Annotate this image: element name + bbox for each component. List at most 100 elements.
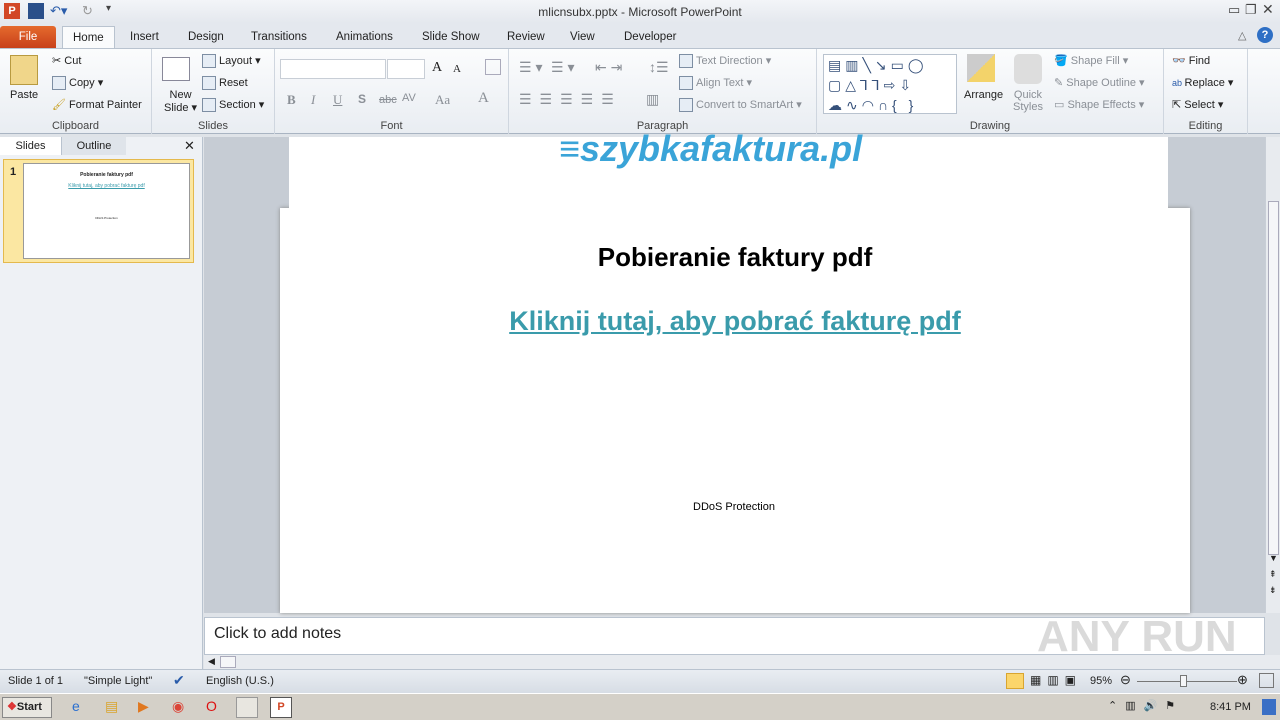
tab-developer[interactable]: Developer — [614, 26, 686, 48]
character-spacing-button[interactable]: AV — [402, 92, 416, 104]
format-painter-button[interactable]: 🖌 Format Painter — [52, 98, 142, 111]
select-button[interactable]: ⇱ Select ▾ — [1172, 98, 1223, 111]
opera-icon[interactable]: O — [206, 698, 217, 714]
underline-button[interactable]: U — [333, 92, 342, 108]
tab-slides[interactable]: Slides — [0, 137, 62, 155]
font-size-select[interactable] — [387, 59, 425, 79]
zoom-slider-thumb[interactable] — [1180, 675, 1188, 687]
vertical-scrollbar[interactable]: ▼ ⇞ ⇟ — [1265, 137, 1280, 613]
minimize-ribbon-icon[interactable]: △ — [1238, 29, 1246, 42]
layout-button[interactable]: Layout ▾ — [202, 54, 261, 69]
tab-review[interactable]: Review — [497, 26, 555, 48]
numbering-icon[interactable]: ☰ ▾ — [551, 59, 574, 76]
quick-styles-icon[interactable] — [1014, 54, 1042, 84]
indent-icons[interactable]: ⇤ ⇥ — [595, 59, 622, 76]
quick-styles-button[interactable]: Quick Styles — [1013, 89, 1043, 113]
tab-home[interactable]: Home — [62, 26, 115, 48]
chrome-icon[interactable]: ◉ — [172, 698, 184, 715]
tab-outline[interactable]: Outline — [62, 137, 126, 155]
explorer-icon[interactable]: ▤ — [105, 698, 118, 715]
notes-pane[interactable]: Click to add notes ANY RUN — [204, 612, 1265, 661]
normal-view-icon[interactable] — [1006, 673, 1024, 689]
shape-effects-button[interactable]: ▭ Shape Effects ▾ — [1054, 98, 1144, 111]
paste-icon[interactable] — [10, 55, 38, 85]
new-slide-button[interactable]: New Slide ▾ — [164, 89, 197, 114]
text-direction-button[interactable]: Text Direction ▾ — [679, 54, 771, 69]
view-icons[interactable]: ▦▥▣ — [1030, 673, 1082, 687]
arrange-icon[interactable] — [967, 54, 995, 82]
language[interactable]: English (U.S.) — [206, 675, 274, 687]
zoom-level[interactable]: 95% — [1090, 675, 1112, 687]
show-desktop-icon[interactable] — [1262, 699, 1276, 715]
tab-design[interactable]: Design — [178, 26, 234, 48]
download-link[interactable]: Kliknij tutaj, aby pobrać fakturę pdf — [280, 306, 1190, 337]
tab-slide-show[interactable]: Slide Show — [412, 26, 490, 48]
tray-icons[interactable]: ⌃▥🔊⚑ — [1108, 699, 1183, 712]
paste-button[interactable]: Paste — [10, 89, 38, 101]
theme-name[interactable]: "Simple Light" — [84, 675, 152, 687]
shape-fill-button[interactable]: 🪣 Shape Fill ▾ — [1054, 54, 1128, 67]
start-button[interactable]: ❖Start — [2, 697, 52, 718]
font-color-button[interactable]: A — [478, 90, 489, 107]
grow-font-button[interactable]: A — [432, 60, 442, 76]
shadow-button[interactable]: S — [358, 92, 366, 106]
reset-button[interactable]: Reset — [202, 76, 248, 90]
arrange-button[interactable]: Arrange — [964, 89, 1003, 101]
restore-icon[interactable]: ❐ — [1245, 2, 1257, 18]
notes-placeholder[interactable]: Click to add notes — [214, 625, 341, 643]
powerpoint-taskbar-icon[interactable]: P — [270, 697, 292, 718]
zoom-out-icon[interactable]: ⊖ — [1120, 672, 1131, 688]
tab-insert[interactable]: Insert — [120, 26, 169, 48]
new-slide-icon[interactable] — [162, 57, 190, 81]
replace-button[interactable]: ab Replace ▾ — [1172, 76, 1233, 89]
close-panel-icon[interactable]: ✕ — [184, 138, 195, 154]
logo-image[interactable]: ≡szybkafaktura.pl — [289, 128, 1168, 208]
font-name-select[interactable] — [280, 59, 386, 79]
tab-transitions[interactable]: Transitions — [241, 26, 317, 48]
fit-to-window-icon[interactable] — [1259, 673, 1274, 688]
alignment-icons[interactable]: ☰☰☰☰☰ — [519, 91, 622, 108]
find-label: Find — [1188, 55, 1211, 67]
cursor-icon: ⇱ — [1172, 99, 1185, 111]
tab-view[interactable]: View — [560, 26, 605, 48]
columns-icon[interactable]: ▥ — [646, 91, 659, 108]
slide-thumbnail-selected[interactable]: 1 Pobieranie faktury pdf Kliknij tutaj, … — [3, 159, 194, 263]
scroll-down-icon[interactable]: ▼ — [1269, 553, 1278, 563]
change-case-button[interactable]: Aa — [435, 92, 450, 108]
slide-canvas[interactable]: Pobieranie faktury pdf Kliknij tutaj, ab… — [280, 208, 1190, 613]
spell-check-icon[interactable]: ✔ — [173, 672, 185, 689]
hscroll-thumb[interactable] — [220, 656, 236, 668]
close-icon[interactable]: ✕ — [1262, 1, 1274, 18]
zoom-in-icon[interactable]: ⊕ — [1237, 672, 1248, 688]
horizontal-scrollbar[interactable]: ◀ — [204, 655, 1280, 669]
shrink-font-button[interactable]: A — [453, 63, 461, 75]
tab-animations[interactable]: Animations — [326, 26, 403, 48]
select-label: Select — [1184, 99, 1215, 111]
bullets-icon[interactable]: ☰ ▾ — [519, 59, 542, 76]
previous-slide-icon[interactable]: ⇞ — [1269, 569, 1277, 580]
shapes-gallery[interactable]: ▤▥╲↘▭◯ ▢△⅂⅂⇨⇩ ☁∿◠∩{ } — [823, 54, 957, 114]
bold-button[interactable]: B — [287, 92, 296, 108]
scroll-left-icon[interactable]: ◀ — [208, 656, 215, 667]
ie-icon[interactable]: e — [72, 698, 80, 714]
help-icon[interactable]: ? — [1257, 27, 1273, 43]
slide-footer-text[interactable]: DDoS Protection — [280, 501, 1188, 513]
copy-button[interactable]: Copy ▾ — [52, 76, 103, 91]
italic-button[interactable]: I — [311, 92, 315, 108]
notepad-icon[interactable] — [236, 697, 258, 718]
tab-file[interactable]: File — [0, 26, 56, 48]
align-text-button[interactable]: Align Text ▾ — [679, 76, 752, 91]
strikethrough-button[interactable]: abc — [379, 94, 397, 106]
media-player-icon[interactable]: ▶ — [138, 698, 149, 715]
clear-formatting-icon[interactable] — [485, 59, 501, 75]
next-slide-icon[interactable]: ⇟ — [1269, 585, 1277, 596]
find-button[interactable]: 👓 Find — [1172, 54, 1210, 67]
scroll-thumb[interactable] — [1268, 201, 1279, 555]
smartart-button[interactable]: Convert to SmartArt ▾ — [679, 98, 802, 113]
minimize-icon[interactable]: ▭ — [1228, 2, 1240, 18]
section-button[interactable]: Section ▾ — [202, 98, 264, 113]
shape-outline-button[interactable]: ✎ Shape Outline ▾ — [1054, 76, 1145, 89]
slide-title[interactable]: Pobieranie faktury pdf — [280, 242, 1190, 273]
line-spacing-icon[interactable]: ↕☰ — [649, 59, 669, 76]
cut-button[interactable]: ✂ Cut — [52, 54, 81, 67]
